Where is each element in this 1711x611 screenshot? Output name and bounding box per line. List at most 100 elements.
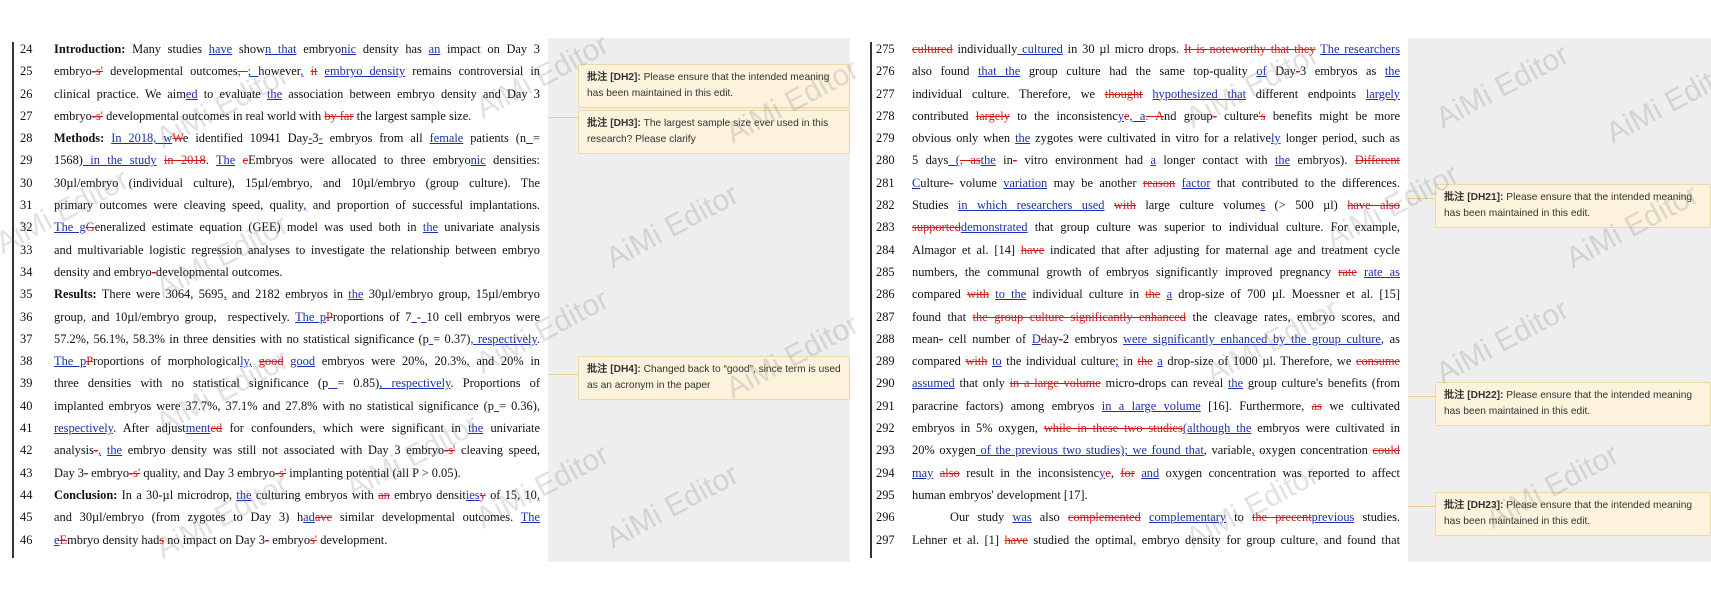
comment-label: 批注 [DH4]: <box>587 364 641 375</box>
comment-dh23[interactable]: 批注 [DH23]: Please ensure that the intend… <box>1435 492 1711 536</box>
comment-connector <box>1408 506 1435 507</box>
line-text: 30µl/embryo (individual culture), 15µl/e… <box>54 175 540 190</box>
comment-label: 批注 [DH22]: <box>1444 390 1504 401</box>
line-number: 34 <box>20 264 33 279</box>
comment-connector <box>1408 198 1435 199</box>
line-text: embryo-s' developmental outcomes in real… <box>54 108 472 123</box>
line-text: contributed largely to the inconsistency… <box>912 108 1400 123</box>
line-number: 280 <box>876 153 895 168</box>
line-text: compared with to the individual culture … <box>912 287 1400 302</box>
line-number: 39 <box>20 376 33 391</box>
line-text: eEmbryo density hads no impact on Day 3-… <box>54 532 388 547</box>
line-text: analysis-, the embryo density was still … <box>54 443 540 458</box>
comment-connector <box>548 374 578 375</box>
line-number: 293 <box>876 443 895 458</box>
document-line: 27 embryo-s' developmental outcomes in re… <box>0 105 548 127</box>
line-number: 290 <box>876 376 895 391</box>
document-line: 280 5 days (, asthe in- vitro environment… <box>868 149 1408 171</box>
line-text: implanted embryos were 37.7%, 37.1% and … <box>54 398 540 413</box>
line-number: 45 <box>20 510 33 525</box>
line-number: 36 <box>20 309 33 324</box>
line-text: and 30µl/embryo (from zygotes to Day 3) … <box>54 510 540 525</box>
comment-label: 批注 [DH3]: <box>587 118 641 129</box>
line-number: 44 <box>20 487 33 502</box>
comment-label: 批注 [DH21]: <box>1444 192 1504 203</box>
line-number: 296 <box>876 510 895 525</box>
line-text: cultured individually cultured in 30 µl … <box>912 42 1400 56</box>
document-line: 293 20% oxygen of the previous two studie… <box>868 439 1408 461</box>
line-text: respectively. After adjustmented for con… <box>54 421 540 436</box>
document-line: 25 embryo-s' developmental outcomes, ; ho… <box>0 60 548 82</box>
line-text: Almagor et al. [14] have indicated that … <box>912 242 1400 257</box>
line-number: 40 <box>20 398 33 413</box>
line-number: 286 <box>876 287 895 302</box>
line-number: 25 <box>20 64 33 79</box>
line-number: 42 <box>20 443 33 458</box>
comment-margin-right: 批注 [DH21]: Please ensure that the intend… <box>1408 38 1711 562</box>
comment-label: 批注 [DH2]: <box>587 72 641 83</box>
line-number: 285 <box>876 264 895 279</box>
line-number: 38 <box>20 354 33 369</box>
document-line: 26 clinical practice. We aimed to evaluat… <box>0 83 548 105</box>
document-line: 286 compared with to the individual cultu… <box>868 283 1408 305</box>
document-line: 34 density and embryo-developmental outco… <box>0 261 548 283</box>
line-text: primary outcomes were cleaving speed, qu… <box>54 198 540 213</box>
line-text: density and embryo-developmental outcome… <box>54 264 283 279</box>
line-number: 33 <box>20 242 33 257</box>
comment-dh22[interactable]: 批注 [DH22]: Please ensure that the intend… <box>1435 382 1711 426</box>
line-number: 281 <box>876 175 895 190</box>
comment-dh21[interactable]: 批注 [DH21]: Please ensure that the intend… <box>1435 184 1711 228</box>
document-line: 284 Almagor et al. [14] have indicated th… <box>868 239 1408 261</box>
line-text: also found that the group culture had th… <box>912 64 1400 79</box>
line-text: Culture- volume variation may be another… <box>912 175 1400 190</box>
document-line: 40 implanted embryos were 37.7%, 37.1% an… <box>0 395 548 417</box>
document-line: 285 numbers, the communal growth of embry… <box>868 261 1408 283</box>
document-line: 276 also found that the group culture had… <box>868 60 1408 82</box>
line-number: 28 <box>20 131 33 146</box>
line-text: Our study was also complemented compleme… <box>950 510 1400 525</box>
comment-dh3[interactable]: 批注 [DH3]: The largest sample size ever u… <box>578 110 850 154</box>
comment-dh2[interactable]: 批注 [DH2]: Please ensure that the intende… <box>578 64 850 108</box>
document-line: 36 group, and 10µl/embryo group, respecti… <box>0 306 548 328</box>
line-text: group, and 10µl/embryo group, respective… <box>54 309 540 324</box>
line-text: Results: There were 3064, 5695, and 2182… <box>54 287 540 302</box>
line-text: assumed that only in a large volume micr… <box>912 376 1400 391</box>
document-line: 28 Methods: In 2018, wWe identified 10941… <box>0 127 548 149</box>
line-text: The pProportions of morphologically, goo… <box>54 354 540 369</box>
document-line: 289 compared with to the individual cultu… <box>868 350 1408 372</box>
line-number: 297 <box>876 532 895 547</box>
line-number: 278 <box>876 108 895 123</box>
line-number: 283 <box>876 220 895 235</box>
line-number: 35 <box>20 287 33 302</box>
line-number: 37 <box>20 331 33 346</box>
line-number: 30 <box>20 175 33 190</box>
document-line: 282 Studies in which researchers used wit… <box>868 194 1408 216</box>
document-line: 278 contributed largely to the inconsiste… <box>868 105 1408 127</box>
line-number: 291 <box>876 398 895 413</box>
line-number: 46 <box>20 532 33 547</box>
comment-connector <box>548 117 578 118</box>
line-number: 295 <box>876 487 895 502</box>
comment-label: 批注 [DH23]: <box>1444 500 1504 511</box>
right-page-lines: 275 cultured individually cultured in 30 … <box>868 38 1408 551</box>
document-line: 46 eEmbryo density hads no impact on Day … <box>0 529 548 551</box>
comment-dh4[interactable]: 批注 [DH4]: Changed back to “good”, since … <box>578 356 850 400</box>
document-line: 277 individual culture. Therefore, we tho… <box>868 83 1408 105</box>
line-number: 26 <box>20 86 33 101</box>
line-number: 31 <box>20 198 33 213</box>
line-number: 29 <box>20 153 33 168</box>
line-number: 282 <box>876 198 895 213</box>
document-line: 42 analysis-, the embryo density was stil… <box>0 439 548 461</box>
line-number: 284 <box>876 242 895 257</box>
document-line: 45 and 30µl/embryo (from zygotes to Day 3… <box>0 506 548 528</box>
line-text: embryo-s' developmental outcomes, ; howe… <box>54 64 540 79</box>
left-page-lines: 24 Introduction: Many studies have shown … <box>0 38 548 551</box>
line-text: paracrine factors) among embryos in a la… <box>912 398 1400 413</box>
document-line: 287 found that the group culture signific… <box>868 306 1408 328</box>
document-line: 44 Conclusion: In a 30-µl microdrop, the … <box>0 484 548 506</box>
document-line: 29 1568) in the study in 2018. The eEmbry… <box>0 149 548 171</box>
document-line: 275 cultured individually cultured in 30 … <box>868 38 1408 60</box>
document-line: 38 The pProportions of morphologically, g… <box>0 350 548 372</box>
line-text: 5 days (, asthe in- vitro environment ha… <box>912 153 1400 168</box>
line-number: 277 <box>876 86 895 101</box>
